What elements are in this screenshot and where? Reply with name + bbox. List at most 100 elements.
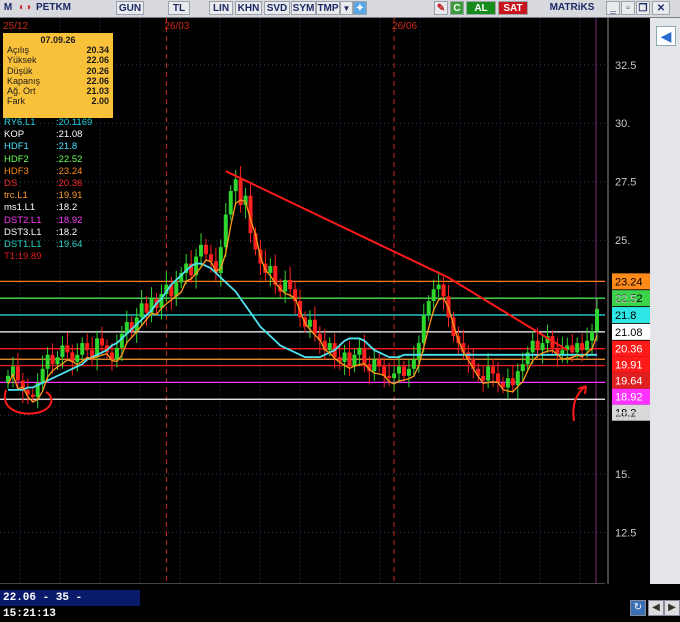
- candle-body: [208, 254, 213, 262]
- candle-body: [362, 347, 367, 365]
- candle-body: [510, 378, 515, 386]
- candle-body: [352, 354, 357, 367]
- candle-body: [75, 354, 80, 362]
- sell-button[interactable]: SAT: [498, 1, 528, 15]
- candle-body: [50, 354, 55, 365]
- candle-body: [496, 373, 501, 383]
- candle-body: [535, 340, 540, 351]
- candle-body: [421, 315, 426, 344]
- pen-icon[interactable]: ✎: [434, 1, 448, 15]
- candle-body: [30, 394, 35, 397]
- candle-body: [15, 366, 20, 381]
- legend-item: HDF1:21.8: [4, 141, 78, 153]
- legend-item: trc.L1:19.91: [4, 190, 83, 202]
- tmp-button[interactable]: TMP: [316, 1, 340, 15]
- y-tick-label: 15.: [615, 469, 630, 481]
- level-tag-label: 21.8: [615, 310, 636, 322]
- scale-button[interactable]: LIN: [209, 1, 233, 15]
- candle-body: [312, 319, 317, 334]
- candle-body: [233, 179, 238, 192]
- candle-body: [416, 343, 421, 360]
- candle-body: [570, 345, 575, 353]
- level-tag-label: 19.91: [615, 360, 643, 372]
- legend-item: DST3.L1:18.2: [4, 226, 78, 238]
- symbol-logo-icon: ◐◑: [18, 2, 32, 13]
- candle-body: [372, 359, 377, 372]
- candle-body: [411, 359, 416, 369]
- candle-body: [199, 244, 204, 257]
- restore-icon[interactable]: ❐: [636, 1, 650, 15]
- legend-item: DST2.L1:18.92: [4, 214, 83, 226]
- symbol-label[interactable]: PETKM: [36, 1, 84, 15]
- y-tick-label: 22.5: [615, 294, 636, 306]
- menu-m-icon[interactable]: M: [2, 1, 14, 15]
- legend-item: T1:19.89: [4, 251, 42, 263]
- candle-body: [585, 340, 590, 351]
- candle-body: [515, 371, 520, 386]
- dropdown-arrow-icon[interactable]: ▼: [340, 1, 353, 15]
- twitter-icon[interactable]: ✦: [353, 1, 367, 15]
- svd-button[interactable]: SVD: [264, 1, 290, 15]
- candle-body: [288, 279, 293, 290]
- c-button[interactable]: C: [450, 1, 464, 15]
- candle-body: [268, 265, 273, 273]
- candle-body: [60, 345, 65, 358]
- candle-body: [431, 289, 436, 301]
- back-arrow-icon[interactable]: ◀: [656, 26, 676, 46]
- candle-body: [65, 345, 70, 353]
- status-readout: 22.06 - 35 - 15:21:13: [0, 590, 140, 620]
- candle-body: [327, 343, 332, 351]
- legend-item: RY6.L1:20.1169: [4, 117, 93, 128]
- khn-button[interactable]: KHN: [235, 1, 262, 15]
- indicator-legend: RY6.L1:20.1169 KOP:21.08 HDF1:21.8 HDF2:22.…: [4, 117, 92, 263]
- candle-body: [505, 378, 510, 388]
- candle-body: [491, 366, 496, 374]
- candle-body: [55, 357, 60, 365]
- minimize-icon[interactable]: ‗: [606, 1, 620, 15]
- y-tick-label: 32.5: [615, 60, 636, 72]
- candle-body: [100, 338, 105, 346]
- candle-body: [392, 373, 397, 379]
- candle-body: [481, 375, 486, 381]
- candle-body: [590, 331, 595, 341]
- legend-item: HDF3:23.24: [4, 165, 83, 177]
- candle-body: [203, 244, 208, 255]
- candle-body: [486, 366, 491, 381]
- candle-body: [45, 354, 50, 369]
- candle-body: [575, 343, 580, 353]
- level-tag-label: 19.64: [615, 376, 643, 388]
- legend-item: HDF2:22.52: [4, 153, 83, 165]
- sym-button[interactable]: SYM: [291, 1, 316, 15]
- info-date: 07.09.26: [40, 35, 76, 45]
- info-row: Yüksek 22.06: [7, 55, 109, 66]
- info-row: Kapanış 22.06: [7, 75, 109, 86]
- period-button[interactable]: GUN: [116, 1, 144, 15]
- candle-body: [441, 284, 446, 297]
- candle-body: [347, 352, 352, 367]
- legend-item: KOP:21.08: [4, 129, 83, 141]
- candle-body: [85, 343, 90, 351]
- buy-button[interactable]: AL: [466, 1, 496, 15]
- period-marker-label: 25/12: [3, 21, 28, 32]
- brand-label: MATRiKS: [549, 2, 595, 13]
- info-row: Düşük 20.26: [7, 65, 109, 76]
- period-marker-label: 26/06: [392, 21, 417, 32]
- legend-item: DS:20.36: [4, 178, 83, 190]
- period-marker-label: 26/03: [164, 21, 189, 32]
- level-tag-label: 23.24: [615, 276, 643, 288]
- candle-body: [114, 347, 119, 360]
- refresh-icon[interactable]: ↻: [630, 600, 646, 616]
- candle-body: [283, 279, 288, 292]
- right-side-panel: ◀: [650, 18, 680, 584]
- maximize-icon[interactable]: ▫: [621, 1, 635, 15]
- candle-body: [228, 191, 233, 215]
- close-icon[interactable]: ✕: [652, 1, 670, 15]
- candle-body: [520, 364, 525, 372]
- scroll-left-icon[interactable]: ◀: [648, 600, 664, 616]
- level-tag-label: 21.08: [615, 327, 643, 339]
- candle-body: [401, 366, 406, 376]
- candle-body: [406, 368, 411, 376]
- scroll-right-icon[interactable]: ▶: [664, 600, 680, 616]
- currency-button[interactable]: TL: [168, 1, 190, 15]
- candle-body: [540, 343, 545, 351]
